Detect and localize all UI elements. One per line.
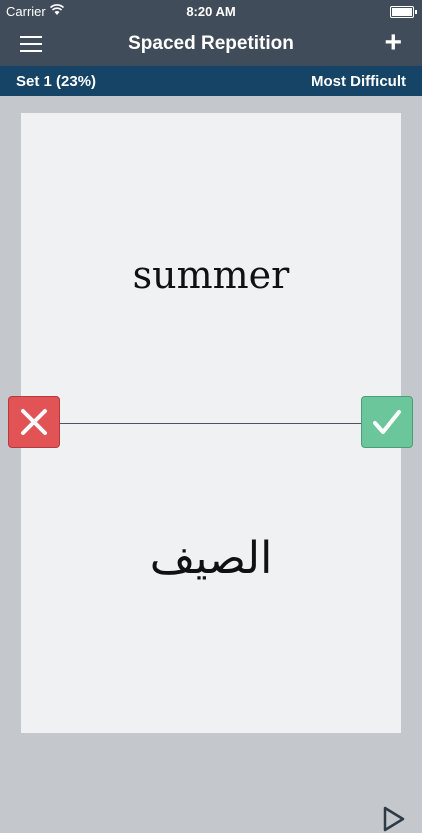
mark-wrong-button[interactable] <box>8 396 60 448</box>
page-title: Spaced Repetition <box>128 33 294 54</box>
card-divider <box>60 423 362 424</box>
clock: 8:20 AM <box>186 4 236 19</box>
set-progress-label[interactable]: Set 1 (23%) <box>16 73 96 90</box>
battery-icon <box>390 6 417 18</box>
status-bar: Carrier 8:20 AM <box>0 0 422 22</box>
card-front-word: summer <box>132 253 290 297</box>
add-button[interactable]: + <box>384 28 402 58</box>
checkmark-icon <box>373 410 401 434</box>
card-back-word: الصيف <box>149 533 273 584</box>
sort-mode-label[interactable]: Most Difficult <box>311 73 406 90</box>
navigation-bar: Spaced Repetition + <box>0 22 422 66</box>
x-icon <box>21 409 47 435</box>
play-icon[interactable] <box>381 805 407 833</box>
set-info-bar: Set 1 (23%) Most Difficult <box>0 66 422 96</box>
mark-correct-button[interactable] <box>361 396 413 448</box>
